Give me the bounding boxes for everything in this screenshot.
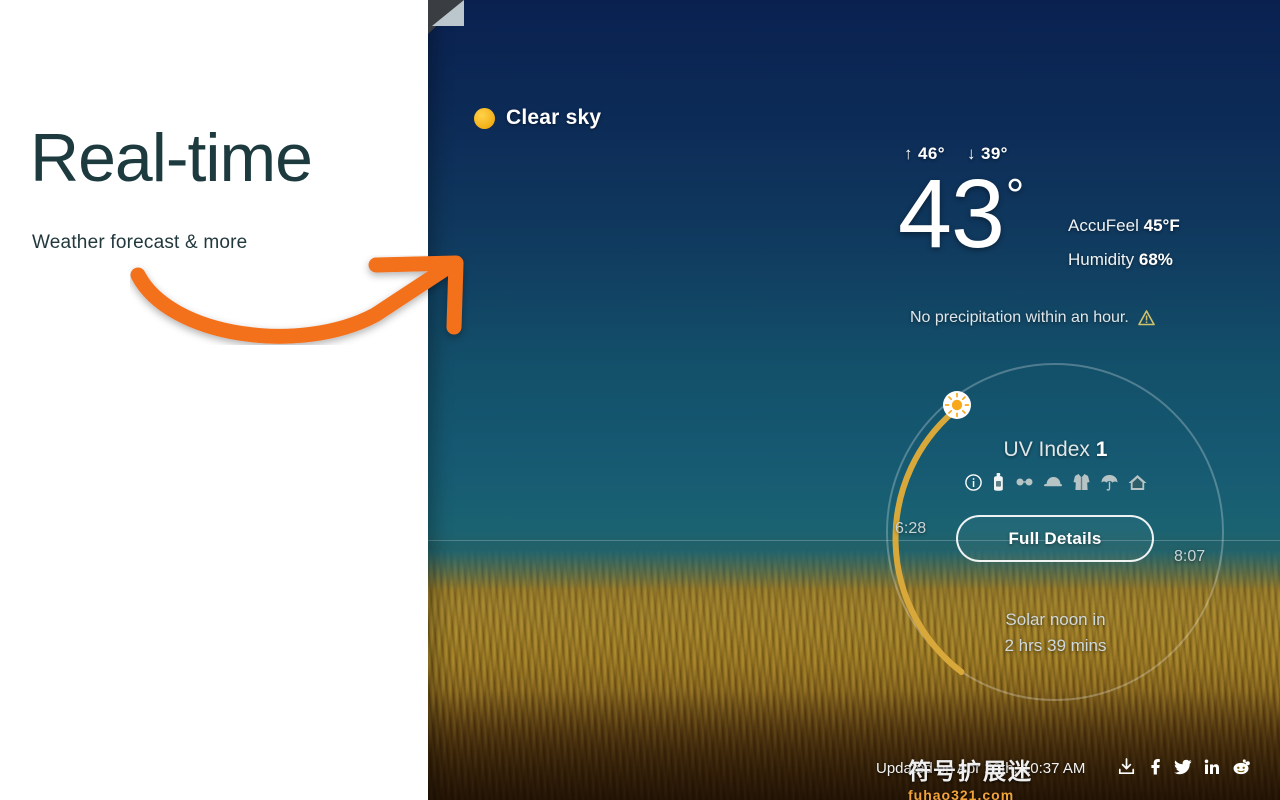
accufeel-row: AccuFeel 45°F bbox=[1068, 216, 1180, 236]
jacket-icon bbox=[1073, 474, 1089, 490]
current-temperature-value: 43 bbox=[898, 159, 1005, 268]
humidity-value: 68% bbox=[1138, 250, 1173, 269]
twitter-icon[interactable] bbox=[1174, 759, 1192, 775]
current-temperature: 43° bbox=[898, 165, 1024, 262]
reddit-icon[interactable] bbox=[1232, 758, 1250, 775]
uv-index-value: 1 bbox=[1095, 438, 1108, 461]
last-updated-label: Updated on Apr 20th, 10:37 AM bbox=[876, 760, 1086, 777]
solar-noon-value: 2 hrs 39 mins bbox=[1004, 636, 1107, 655]
grass-field-shadow bbox=[428, 690, 1280, 800]
umbrella-icon bbox=[1101, 474, 1117, 491]
pointer-arrow-icon bbox=[130, 255, 464, 344]
cap-icon bbox=[1043, 477, 1062, 487]
condition-label: Clear sky bbox=[506, 106, 602, 129]
sun-position-marker-icon bbox=[943, 391, 971, 419]
weather-app-screenshot: Clear sky ↑ 46° ↓ 39° 43° AccuFeel 45°F … bbox=[428, 0, 1280, 800]
sunscreen-bottle-icon bbox=[993, 473, 1003, 491]
current-condition-row: Clear sky bbox=[474, 106, 601, 130]
promo-subheadline: Weather forecast & more bbox=[32, 232, 248, 253]
sun-icon bbox=[474, 107, 495, 129]
info-circle-icon[interactable] bbox=[964, 473, 982, 491]
humidity-label: Humidity bbox=[1068, 250, 1135, 269]
sunglasses-icon bbox=[1016, 478, 1032, 486]
promo-panel: Real-time Weather forecast & more bbox=[0, 0, 428, 800]
precipitation-row: No precipitation within an hour. bbox=[910, 309, 1155, 327]
facebook-icon[interactable] bbox=[1147, 758, 1162, 775]
linkedin-icon[interactable] bbox=[1204, 759, 1220, 775]
sunrise-time: 6:28 bbox=[895, 520, 927, 537]
share-icon-row bbox=[1118, 758, 1250, 775]
accufeel-value: 45°F bbox=[1143, 216, 1180, 235]
sunset-time: 8:07 bbox=[1174, 548, 1206, 565]
solar-noon-label: Solar noon in bbox=[1005, 610, 1106, 629]
degree-symbol: ° bbox=[1005, 169, 1024, 221]
house-icon bbox=[1128, 474, 1146, 490]
humidity-row: Humidity 68% bbox=[1068, 250, 1173, 270]
full-details-button[interactable]: Full Details bbox=[956, 515, 1154, 562]
page-fold-corner-icon bbox=[428, 0, 464, 34]
uv-index-label: UV Index bbox=[1003, 438, 1090, 461]
promo-headline: Real-time bbox=[30, 120, 313, 196]
precipitation-text: No precipitation within an hour. bbox=[910, 309, 1129, 326]
uv-sun-arc-module: UV Index 1 6:28 8:07 Full Details Solar … bbox=[883, 360, 1228, 705]
accufeel-label: AccuFeel bbox=[1068, 216, 1139, 235]
uv-index-title: UV Index 1 bbox=[883, 438, 1228, 462]
warning-triangle-icon bbox=[1137, 310, 1155, 326]
download-icon[interactable] bbox=[1118, 758, 1135, 775]
uv-advice-icon-row bbox=[883, 473, 1228, 491]
